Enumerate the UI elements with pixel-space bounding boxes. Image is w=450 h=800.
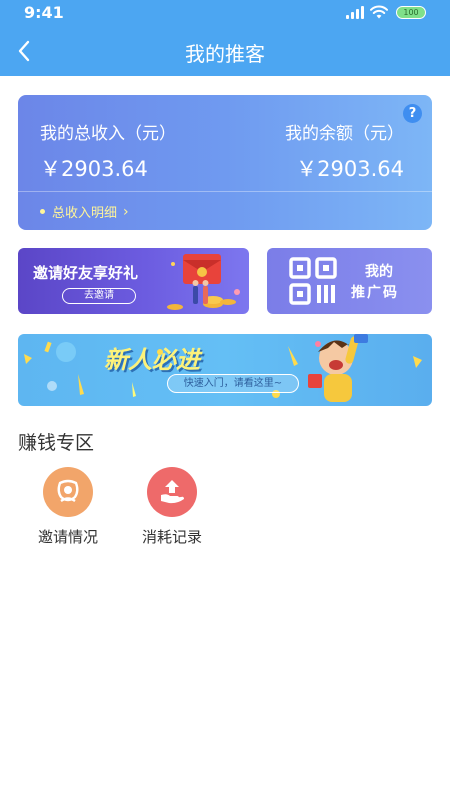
qr-code-icon — [289, 257, 337, 305]
battery-icon: 100 — [396, 6, 426, 19]
app-root: 9:41 100 我的推客 ? 我的总收入（元） 我的余额（元） ￥2903.6… — [0, 0, 450, 800]
help-icon[interactable]: ? — [403, 104, 422, 123]
signal-icon — [346, 6, 364, 19]
income-detail-label: 总收入明细 — [52, 206, 118, 221]
balance-value: ￥2903.64 — [296, 157, 404, 181]
chevron-right-icon: › — [123, 203, 129, 220]
status-time: 9:41 — [24, 3, 64, 22]
total-income-value: ￥2903.64 — [40, 157, 148, 181]
invite-status-label: 邀请情况 — [37, 528, 98, 546]
invite-banner-title: 邀请好友享好礼 — [33, 264, 139, 282]
red-envelope-illustration — [167, 254, 240, 310]
total-income-label: 我的总收入（元） — [40, 124, 176, 144]
earn-section-title: 赚钱专区 — [18, 432, 95, 454]
invite-friends-banner[interactable]: 邀请好友享好礼 去邀请 — [18, 248, 249, 314]
invite-status-icon — [43, 467, 93, 517]
card-divider — [18, 191, 432, 192]
promo-code-line1: 我的 — [365, 264, 393, 280]
consumption-record-label: 消耗记录 — [141, 528, 202, 546]
promo-code-line2: 推广码 — [351, 285, 399, 301]
go-invite-button[interactable]: 去邀请 — [62, 288, 136, 304]
wifi-icon — [370, 5, 388, 19]
newbie-banner-subtitle: 快速入门，请看这里~ — [167, 374, 299, 393]
status-bar: 9:41 100 — [0, 0, 450, 26]
page-title: 我的推客 — [185, 42, 265, 66]
consumption-record-icon — [147, 467, 197, 517]
newbie-banner-title: 新人必进 — [104, 346, 200, 374]
my-promo-code-card[interactable]: 我的 推广码 — [267, 248, 432, 314]
confetti-boy-illustration — [24, 334, 422, 402]
balance-label: 我的余额（元） — [285, 124, 404, 144]
bullet-dot-icon — [40, 209, 45, 214]
income-detail-link[interactable]: 总收入明细 › — [40, 202, 129, 221]
consumption-record-entry[interactable]: 消耗记录 — [127, 467, 217, 547]
nav-bar: 我的推客 — [0, 26, 450, 76]
header-bar: 9:41 100 我的推客 — [0, 0, 450, 76]
income-card: ? 我的总收入（元） 我的余额（元） ￥2903.64 ￥2903.64 总收入… — [18, 95, 432, 230]
invite-status-entry[interactable]: 邀请情况 — [23, 467, 113, 547]
newbie-guide-banner[interactable]: 新人必进 快速入门，请看这里~ — [18, 334, 432, 406]
